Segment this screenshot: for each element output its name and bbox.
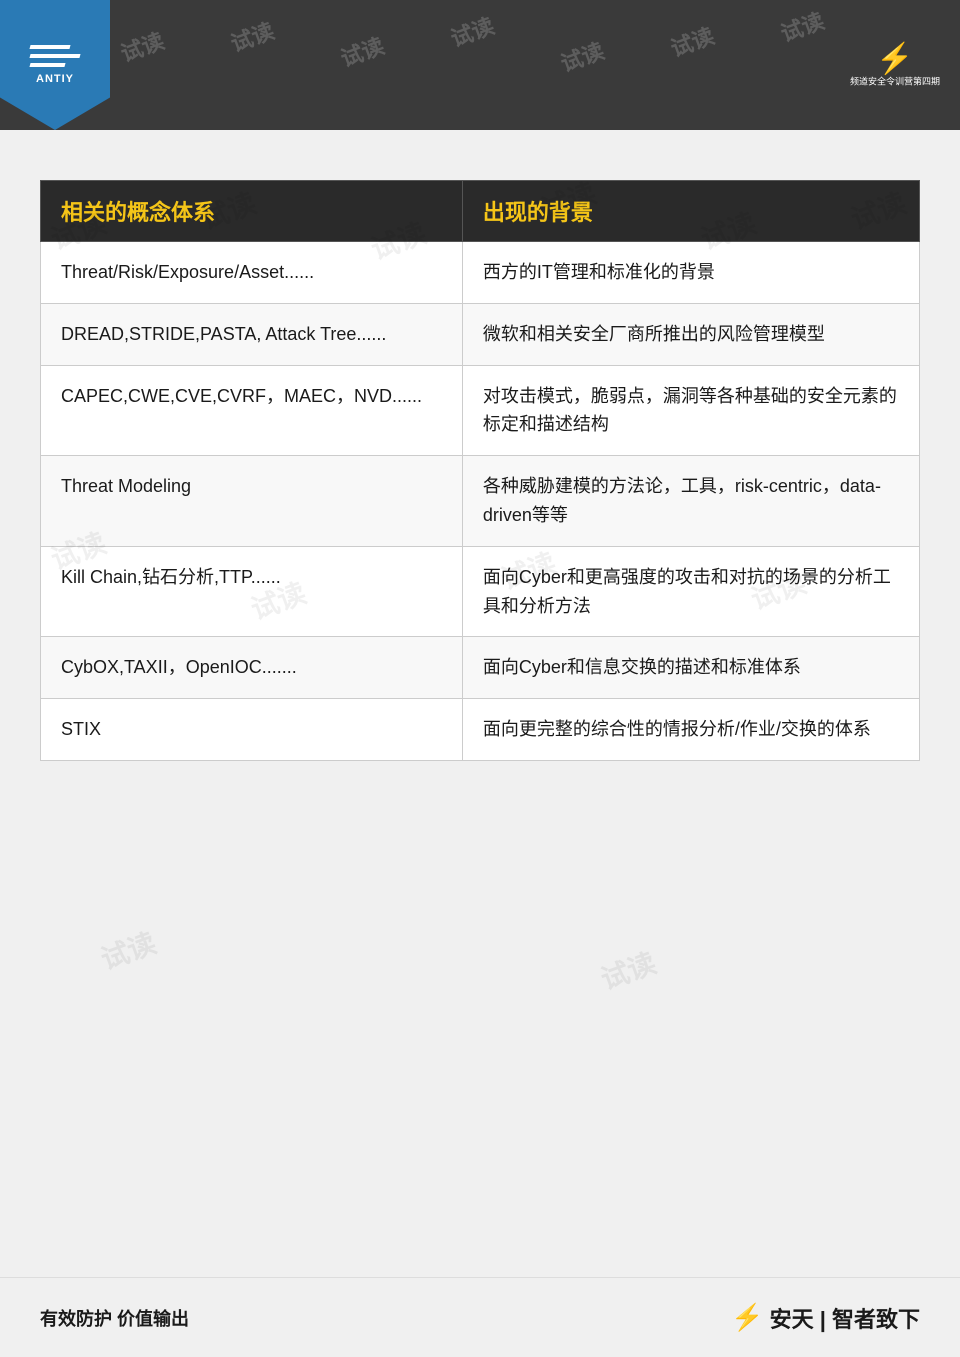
table-cell-right: 微软和相关安全厂商所推出的风险管理模型 (462, 303, 919, 365)
watermark-6: 试读 (666, 18, 718, 63)
table-cell-right: 面向更完整的综合性的情报分析/作业/交换的体系 (462, 699, 919, 761)
watermark-2: 试读 (226, 13, 278, 58)
footer-tagline: 有效防护 价值输出 (40, 1305, 189, 1331)
right-logo-icon: ⚡ (876, 42, 913, 77)
table-cell-right: 面向Cyber和更高强度的攻击和对抗的场景的分析工具和分析方法 (462, 546, 919, 637)
logo-line-1 (29, 45, 70, 49)
watermark-1: 试读 (116, 23, 168, 68)
concept-table: 相关的概念体系 出现的背景 Threat/Risk/Exposure/Asset… (40, 180, 920, 761)
table-row: Threat Modeling各种威胁建模的方法论，工具，risk-centri… (41, 456, 920, 547)
table-cell-right: 各种威胁建模的方法论，工具，risk-centric，data-driven等等 (462, 456, 919, 547)
main-content: 试读 试读 试读 试读 试读 试读 试读 试读 试读 试读 试读 试读 相关的概… (0, 130, 960, 801)
table-cell-left: Kill Chain,钻石分析,TTP...... (41, 546, 463, 637)
header: ANTIY 试读 试读 试读 试读 试读 试读 试读 ⚡ 频道安全令训营第四期 (0, 0, 960, 130)
table-row: DREAD,STRIDE,PASTA, Attack Tree......微软和… (41, 303, 920, 365)
logo-text: ANTIY (36, 73, 74, 85)
header-right-logo: ⚡ 频道安全令训营第四期 (850, 42, 940, 89)
table-row: Kill Chain,钻石分析,TTP......面向Cyber和更高强度的攻击… (41, 546, 920, 637)
table-cell-left: STIX (41, 699, 463, 761)
logo-line-2 (29, 54, 80, 58)
body-watermark-11: 试读 (95, 922, 161, 979)
footer: 有效防护 价值输出 ⚡ 安天 | 智者致下 (0, 1277, 960, 1357)
footer-logo-main: 安天 | 智者致下 (770, 1302, 920, 1334)
watermark-5: 试读 (556, 33, 608, 78)
table-cell-right: 对攻击模式，脆弱点，漏洞等各种基础的安全元素的标定和描述结构 (462, 365, 919, 456)
watermark-3: 试读 (336, 28, 388, 73)
footer-lightning-icon: ⚡ (731, 1302, 763, 1333)
table-cell-left: CAPEC,CWE,CVE,CVRF，MAEC，NVD...... (41, 365, 463, 456)
col2-header: 出现的背景 (462, 181, 919, 242)
logo-line-3 (29, 63, 65, 67)
table-cell-right: 面向Cyber和信息交换的描述和标准体系 (462, 637, 919, 699)
table-row: Threat/Risk/Exposure/Asset......西方的IT管理和… (41, 242, 920, 304)
header-watermarks: 试读 试读 试读 试读 试读 试读 试读 (0, 0, 960, 130)
watermark-7: 试读 (776, 3, 828, 48)
right-logo-text: 频道安全令训营第四期 (850, 77, 940, 89)
table-cell-left: Threat/Risk/Exposure/Asset...... (41, 242, 463, 304)
table-cell-left: Threat Modeling (41, 456, 463, 547)
logo-lines (30, 45, 80, 67)
footer-logo: ⚡ 安天 | 智者致下 (731, 1302, 920, 1334)
footer-logo-sub: 智者致下 (832, 1307, 920, 1332)
table-header-row: 相关的概念体系 出现的背景 (41, 181, 920, 242)
table-cell-right: 西方的IT管理和标准化的背景 (462, 242, 919, 304)
table-row: STIX面向更完整的综合性的情报分析/作业/交换的体系 (41, 699, 920, 761)
table-cell-left: CybOX,TAXII，OpenIOC....... (41, 637, 463, 699)
logo: ANTIY (0, 0, 110, 130)
col1-header: 相关的概念体系 (41, 181, 463, 242)
table-row: CybOX,TAXII，OpenIOC.......面向Cyber和信息交换的描… (41, 637, 920, 699)
body-watermark-12: 试读 (595, 942, 661, 999)
table-row: CAPEC,CWE,CVE,CVRF，MAEC，NVD......对攻击模式，脆… (41, 365, 920, 456)
table-cell-left: DREAD,STRIDE,PASTA, Attack Tree...... (41, 303, 463, 365)
watermark-4: 试读 (446, 8, 498, 53)
